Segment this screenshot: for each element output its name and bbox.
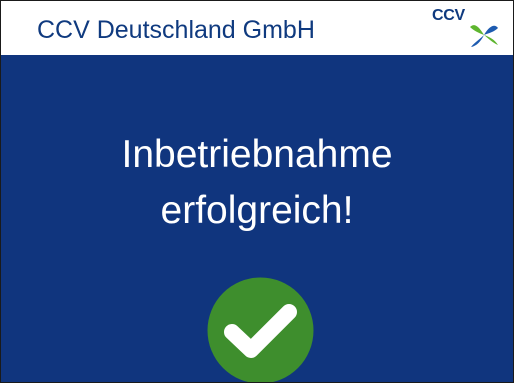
status-message-line-1: Inbetriebnahme bbox=[121, 133, 393, 176]
ccv-star-icon bbox=[470, 25, 498, 47]
success-checkmark-icon bbox=[207, 277, 314, 382]
ccv-logo-text: CCV bbox=[432, 7, 465, 24]
status-message-line-2: erfolgreich! bbox=[160, 189, 354, 232]
ccv-logo: CCV bbox=[432, 7, 502, 51]
terminal-screen: CCV Deutschland GmbH CCV Inbetriebnahme … bbox=[0, 0, 514, 383]
company-name-title: CCV Deutschland GmbH bbox=[37, 16, 315, 44]
status-message: Inbetriebnahme erfolgreich! bbox=[1, 127, 513, 239]
header-bar: CCV Deutschland GmbH CCV bbox=[1, 1, 513, 55]
